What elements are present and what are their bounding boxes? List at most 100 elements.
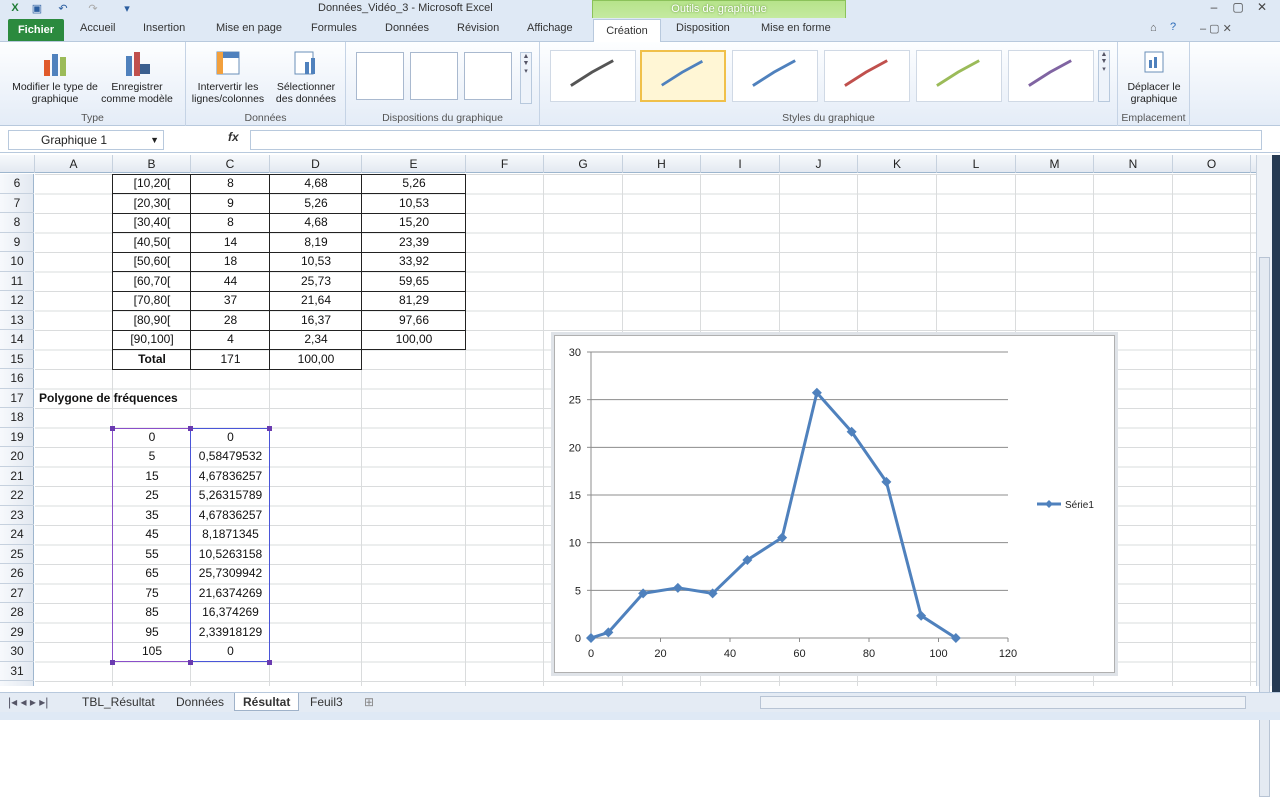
maximize-icon[interactable]: ▢: [1226, 0, 1250, 14]
table-cell[interactable]: 8,19: [270, 233, 362, 253]
formula-input[interactable]: [250, 130, 1262, 150]
row-header-8[interactable]: 8: [0, 213, 34, 233]
table-cell[interactable]: 10,53: [362, 194, 466, 214]
row-header-13[interactable]: 13: [0, 311, 34, 330]
row-header-14[interactable]: 14: [0, 330, 34, 350]
chevron-down-icon[interactable]: ▼: [150, 131, 159, 149]
redo-icon[interactable]: ↷: [86, 2, 100, 16]
row-header-11[interactable]: 11: [0, 272, 34, 291]
select-data-button[interactable]: Sélectionner des données: [268, 48, 344, 105]
save-as-template-button[interactable]: Enregistrer comme modèle: [96, 48, 178, 105]
sheet-tab-resultat[interactable]: Résultat: [234, 693, 300, 711]
vertical-scrollbar[interactable]: [1256, 155, 1272, 797]
layout-3-thumb[interactable]: [464, 52, 512, 100]
table-cell[interactable]: [90,100]: [113, 330, 191, 350]
tab-formules[interactable]: Formules: [311, 22, 357, 34]
table-cell[interactable]: [20,30[: [113, 194, 191, 214]
chart-style-1[interactable]: [550, 50, 636, 102]
minimize-ribbon-icon[interactable]: ⌂: [1150, 22, 1157, 34]
col-header-i[interactable]: I: [701, 155, 780, 173]
tab-mise-en-page[interactable]: Mise en page: [216, 22, 282, 34]
insert-function-icon[interactable]: fx: [228, 130, 239, 144]
chart-style-3[interactable]: [732, 50, 818, 102]
row-header-29[interactable]: 29: [0, 623, 34, 642]
col-header-f[interactable]: F: [466, 155, 544, 173]
table-cell[interactable]: 4,68: [270, 213, 362, 233]
row-header-15[interactable]: 15: [0, 350, 34, 369]
undo-icon[interactable]: ↶: [56, 2, 70, 16]
table-cell[interactable]: 16,37: [270, 311, 362, 331]
section-title[interactable]: Polygone de fréquences: [39, 389, 178, 409]
row-header-12[interactable]: 12: [0, 291, 34, 311]
chart-style-5[interactable]: [916, 50, 1002, 102]
row-header-27[interactable]: 27: [0, 584, 34, 603]
table-cell[interactable]: 28: [191, 311, 270, 331]
col-header-l[interactable]: L: [937, 155, 1016, 173]
chart-graphique-1[interactable]: 0 5 10 15 20 25 30 0 20 40 60 80 100 120 Série1: [554, 335, 1115, 673]
row-header-22[interactable]: 22: [0, 486, 34, 506]
range-handle[interactable]: [188, 425, 193, 431]
table-cell[interactable]: 37: [191, 291, 270, 311]
table-cell[interactable]: 59,65: [362, 272, 466, 292]
row-header-25[interactable]: 25: [0, 545, 34, 564]
table-cell[interactable]: [10,20[: [113, 174, 191, 194]
col-header-h[interactable]: H: [623, 155, 701, 173]
table-cell[interactable]: 97,66: [362, 311, 466, 331]
chart-style-2[interactable]: [640, 50, 726, 102]
row-header-26[interactable]: 26: [0, 564, 34, 584]
select-all-corner[interactable]: [0, 155, 35, 173]
col-header-a[interactable]: A: [35, 155, 113, 173]
tab-creation[interactable]: Création: [593, 19, 661, 43]
table-cell[interactable]: 5,26: [270, 194, 362, 214]
table-cell[interactable]: 8: [191, 174, 270, 194]
table-cell[interactable]: 25,73: [270, 272, 362, 292]
save-icon[interactable]: ▣: [30, 2, 44, 16]
layout-2-thumb[interactable]: [410, 52, 458, 100]
switch-row-column-button[interactable]: Intervertir les lignes/colonnes: [188, 48, 268, 105]
col-header-j[interactable]: J: [780, 155, 858, 173]
help-icon[interactable]: ?: [1170, 21, 1176, 33]
table-cell[interactable]: 21,64: [270, 291, 362, 311]
table-cell[interactable]: 100,00: [362, 330, 466, 350]
row-header-16[interactable]: 16: [0, 369, 34, 389]
new-sheet-icon[interactable]: ⊞: [356, 693, 382, 711]
customize-quick-access-icon[interactable]: ▾: [120, 2, 134, 16]
name-box[interactable]: Graphique 1 ▼: [8, 130, 164, 150]
sheet-tab-donnees[interactable]: Données: [168, 693, 232, 711]
range-handle[interactable]: [188, 659, 193, 665]
change-chart-type-button[interactable]: Modifier le type de graphique: [10, 48, 100, 105]
col-header-m[interactable]: M: [1016, 155, 1094, 173]
col-header-d[interactable]: D: [270, 155, 362, 173]
row-header-6[interactable]: 6: [0, 174, 34, 194]
row-header-31[interactable]: 31: [0, 662, 34, 681]
row-header-18[interactable]: 18: [0, 408, 34, 428]
table-cell[interactable]: 10,53: [270, 252, 362, 272]
table-cell[interactable]: 23,39: [362, 233, 466, 253]
tab-revision[interactable]: Révision: [457, 22, 499, 34]
col-header-k[interactable]: K: [858, 155, 937, 173]
tab-fichier[interactable]: Fichier: [8, 19, 64, 41]
range-handle[interactable]: [110, 659, 115, 665]
move-chart-button[interactable]: Déplacer le graphique: [1120, 48, 1188, 105]
table-cell[interactable]: [50,60[: [113, 252, 191, 272]
table-cell[interactable]: 14: [191, 233, 270, 253]
sheet-tab-feuil3[interactable]: Feuil3: [302, 693, 351, 711]
sheet-tab-tbl-resultat[interactable]: TBL_Résultat: [74, 693, 163, 711]
sheet-nav-icons[interactable]: |◂ ◂ ▸ ▸|: [8, 693, 48, 711]
row-header-19[interactable]: 19: [0, 428, 34, 447]
row-header-23[interactable]: 23: [0, 506, 34, 525]
row-header-7[interactable]: 7: [0, 194, 34, 213]
range-handle[interactable]: [267, 425, 272, 431]
table-cell[interactable]: 2,34: [270, 330, 362, 350]
table-cell[interactable]: [70,80[: [113, 291, 191, 311]
style-gallery-scroll[interactable]: ▲ ▼ ▾: [1098, 50, 1110, 102]
row-header-21[interactable]: 21: [0, 467, 34, 486]
col-header-b[interactable]: B: [113, 155, 191, 173]
row-header-17[interactable]: 17: [0, 389, 34, 408]
total-cell[interactable]: 100,00: [270, 350, 362, 370]
minimize-icon[interactable]: –: [1202, 0, 1226, 14]
table-cell[interactable]: 4: [191, 330, 270, 350]
total-cell[interactable]: 171: [191, 350, 270, 370]
range-handle[interactable]: [267, 659, 272, 665]
layout-gallery-scroll[interactable]: ▲ ▼ ▾: [520, 52, 532, 104]
